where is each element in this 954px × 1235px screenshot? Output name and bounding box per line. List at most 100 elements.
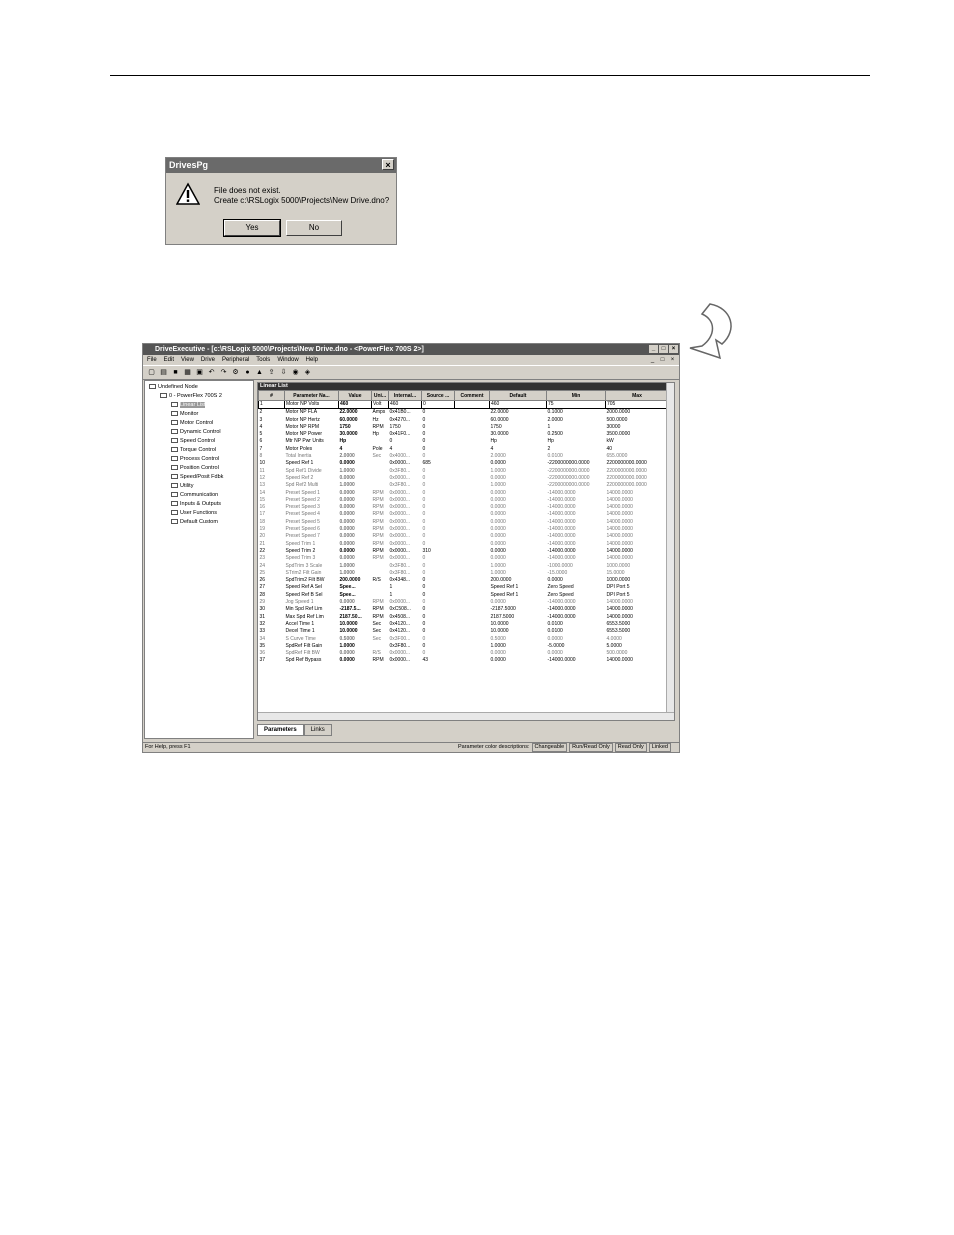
tab-parameters[interactable]: Parameters — [257, 724, 304, 736]
tree-item[interactable]: Torque Control — [171, 446, 216, 454]
column-header[interactable]: Uni... — [371, 390, 389, 401]
print-icon[interactable]: ▦ — [183, 368, 192, 377]
table-cell[interactable]: 0.0000 — [339, 555, 372, 562]
table-row[interactable]: 4 Motor NP RPM 1750 RPM 1750 0 1750 1 30000 — [259, 424, 669, 431]
minimize-icon[interactable]: _ — [649, 345, 658, 353]
table-row[interactable]: 18 Preset Speed 5 0.0000 RPM 0x0000... 0 0.000… — [259, 519, 669, 526]
column-header[interactable]: # — [258, 390, 285, 401]
table-row[interactable]: 16 Preset Speed 3 0.0000 RPM 0x0000... 0 0.000… — [259, 504, 669, 511]
column-header[interactable]: Max — [605, 390, 669, 401]
menu-peripheral[interactable]: Peripheral — [222, 355, 249, 365]
table-cell[interactable]: 1.0000 — [339, 468, 372, 475]
table-cell[interactable]: 60.0000 — [339, 417, 372, 424]
table-cell[interactable]: 0.0000 — [339, 650, 372, 657]
column-header[interactable]: Source ... — [421, 390, 455, 401]
table-row[interactable]: 14 Preset Speed 1 0.0000 RPM 0x0000... 0 0.000… — [259, 490, 669, 497]
tree-item[interactable]: Linear List — [171, 401, 206, 409]
close-icon[interactable]: × — [382, 159, 394, 170]
table-cell[interactable]: 0.0000 — [339, 548, 372, 555]
tree-item[interactable]: Inputs & Outputs — [171, 500, 221, 508]
new-icon[interactable]: ▢ — [147, 368, 156, 377]
table-row[interactable]: 33 Decel Time 1 10.0000 Sec 0x4120... 0 10.000… — [259, 628, 669, 635]
table-cell[interactable]: 0.0000 — [339, 599, 372, 606]
undo-icon[interactable]: ↶ — [207, 368, 216, 377]
tree-item[interactable]: User Functions — [171, 509, 217, 517]
table-cell[interactable]: 10.0000 — [339, 621, 372, 628]
table-row[interactable]: 11 Spd Ref1 Divide 1.0000 0x3F80... 0 1.0000 -… — [259, 468, 669, 475]
tree-item[interactable]: Communication — [171, 491, 218, 499]
table-cell[interactable]: 0.0000 — [339, 541, 372, 548]
table-cell[interactable]: 1.0000 — [339, 643, 372, 650]
table-cell[interactable]: 0.0000 — [339, 490, 372, 497]
table-cell[interactable]: 460 — [338, 399, 372, 410]
table-row[interactable]: 22 Speed Trim 2 0.0000 RPM 0x0000... 310 0.000… — [259, 548, 669, 555]
table-row[interactable]: 21 Speed Trim 1 0.0000 RPM 0x0000... 0 0.0000-… — [259, 541, 669, 548]
tab-links[interactable]: Links — [303, 724, 332, 736]
table-row[interactable]: 24 SpdTrim 3 Scale 1.0000 0x3F80... 0 1.0000 -… — [259, 563, 669, 570]
tree-item[interactable]: Position Control — [171, 464, 219, 472]
vertical-scrollbar[interactable] — [666, 383, 674, 720]
table-row[interactable]: 1 Motor NP Volts 460 Volt 460 0 460 75 705 — [258, 399, 669, 410]
table-cell[interactable]: 10.0000 — [339, 628, 372, 635]
save-icon[interactable]: ■ — [171, 368, 180, 377]
table-cell[interactable]: -2187.5... — [339, 606, 372, 613]
tree-item[interactable]: Motor Control — [171, 419, 213, 427]
tree-item[interactable]: Utility — [171, 482, 193, 490]
table-cell[interactable]: 2187.50... — [339, 614, 372, 621]
connect-icon[interactable]: ⚙ — [231, 368, 240, 377]
mdi-minimize-icon[interactable]: _ — [648, 356, 657, 364]
redo-icon[interactable]: ↷ — [219, 368, 228, 377]
table-cell[interactable]: 0.0000 — [339, 519, 372, 526]
download-icon[interactable]: ⇩ — [279, 368, 288, 377]
table-cell[interactable]: 0.0000 — [339, 657, 372, 664]
close-icon[interactable]: × — [669, 345, 678, 353]
menu-file[interactable]: File — [147, 355, 157, 365]
mdi-restore-icon[interactable]: □ — [658, 356, 667, 364]
table-row[interactable]: 20 Preset Speed 7 0.0000 RPM 0x0000... 0 0.000… — [259, 533, 669, 540]
menu-window[interactable]: Window — [277, 355, 298, 365]
table-cell[interactable]: 0.0000 — [339, 475, 372, 482]
table-row[interactable]: 34 S Curve Time 0.5000 Sec 0x3F00... 0 0.5000 0… — [259, 636, 669, 643]
table-cell[interactable]: 30.0000 — [339, 431, 372, 438]
table-row[interactable]: 31 Max Spd Ref Lim 2187.50... RPM 0x4508... 0… — [259, 614, 669, 621]
tree-item[interactable]: Process Control — [171, 455, 219, 463]
menu-help[interactable]: Help — [306, 355, 318, 365]
horizontal-scrollbar[interactable] — [258, 712, 674, 720]
tree-item[interactable]: 0 - PowerFlex 700S 2 — [160, 392, 222, 400]
table-row[interactable]: 29 Jog Speed 1 0.0000 RPM 0x0000... 0 0.0000 -1… — [259, 599, 669, 606]
table-row[interactable]: 26 SpdTrim2 Filt BW 200.0000 R/S 0x4348... 0 2… — [259, 577, 669, 584]
table-row[interactable]: 15 Preset Speed 2 0.0000 RPM 0x0000... 0 0.000… — [259, 497, 669, 504]
table-row[interactable]: 32 Accel Time 1 10.0000 Sec 0x4120... 0 10.000… — [259, 621, 669, 628]
tree-item[interactable]: Dynamic Control — [171, 428, 221, 436]
info-icon[interactable]: ● — [243, 368, 252, 377]
table-row[interactable]: 8 Total Inertia 2.0000 Sec 0x4000... 0 2.0000 0… — [259, 453, 669, 460]
table-cell[interactable]: 0.0000 — [339, 497, 372, 504]
table-cell[interactable]: Spee... — [339, 584, 372, 591]
table-cell[interactable]: 1750 — [339, 424, 372, 431]
column-header[interactable]: Value — [338, 390, 372, 401]
table-row[interactable]: 2 Motor NP FLA 22.0000 Amps 0x41B0... 0 22.000… — [259, 409, 669, 417]
table-cell[interactable]: 0.0000 — [339, 504, 372, 511]
column-header[interactable]: Default — [489, 390, 547, 401]
table-row[interactable]: 23 Speed Trim 3 0.0000 RPM 0x0000... 0 0.0000-… — [259, 555, 669, 562]
table-cell[interactable]: 0.0000 — [339, 511, 372, 518]
table-row[interactable]: 17 Preset Speed 4 0.0000 RPM 0x0000... 0 0.000… — [259, 511, 669, 518]
table-cell[interactable]: 0.0000 — [339, 526, 372, 533]
table-row[interactable]: 28 Speed Ref B Sel Spee... 1 0 Speed Ref 1 Zer… — [259, 592, 669, 599]
tree-item[interactable]: Monitor — [171, 410, 198, 418]
table-cell[interactable]: 0.0000 — [339, 460, 372, 467]
menu-drive[interactable]: Drive — [201, 355, 215, 365]
table-cell[interactable]: 4 — [339, 446, 372, 453]
table-row[interactable]: 12 Speed Ref 2 0.0000 0x0000... 0 0.0000 -2200… — [259, 475, 669, 482]
table-cell[interactable]: 2.0000 — [339, 453, 372, 460]
tree-item[interactable]: Speed Control — [171, 437, 215, 445]
column-header[interactable]: Comment — [454, 390, 490, 401]
table-cell[interactable]: 1.0000 — [339, 482, 372, 489]
alert-icon[interactable]: ▲ — [255, 368, 264, 377]
tree-item[interactable]: Speed/Posit Fdbk — [171, 473, 223, 481]
table-row[interactable]: 6 Mtr NP Pwr Units Hp 0 0 Hp Hp kW — [259, 438, 669, 445]
table-cell[interactable]: 1.0000 — [339, 570, 372, 577]
table-row[interactable]: 25 STrim2 Filt Gain 1.0000 0x3F80... 0 1.0000… — [259, 570, 669, 577]
no-button[interactable]: No — [286, 220, 342, 236]
menu-edit[interactable]: Edit — [164, 355, 174, 365]
